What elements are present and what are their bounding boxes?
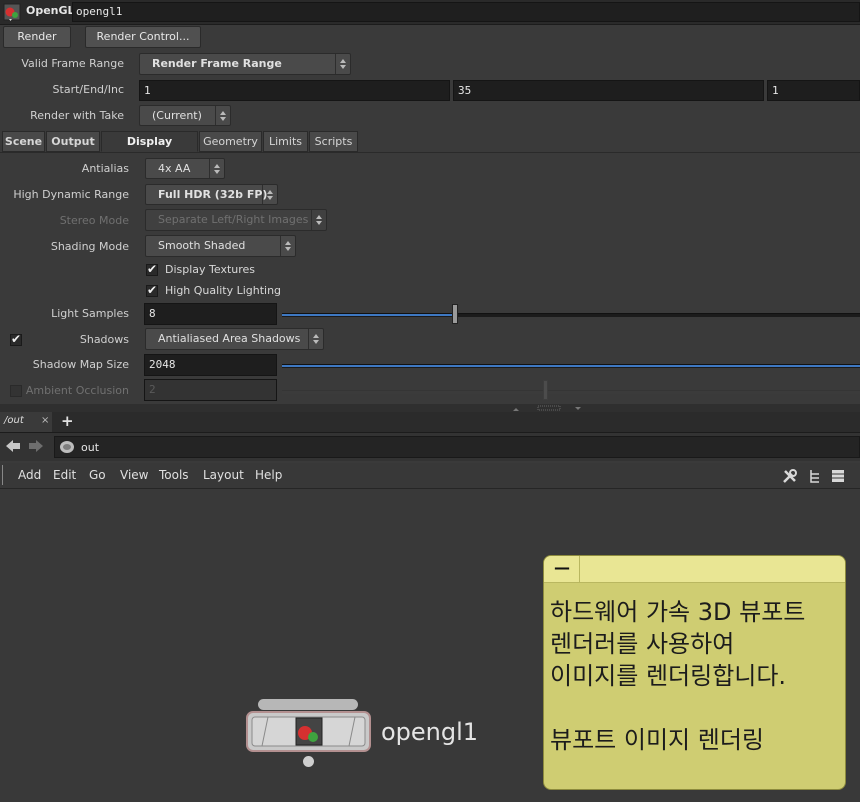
render-button[interactable]: Render [3, 26, 71, 48]
display-textures-label: Display Textures [165, 263, 256, 276]
hdr-label: High Dynamic Range [13, 188, 129, 201]
shadows-label: Shadows [79, 333, 129, 346]
node-name-field[interactable]: opengl1 [72, 2, 860, 22]
antialias-label: Antialias [81, 162, 129, 175]
dropdown-arrows-icon [209, 159, 224, 178]
light-samples-slider-handle[interactable] [452, 304, 458, 324]
tab-output[interactable]: Output [46, 131, 100, 152]
inc-frame-field[interactable]: 1 [767, 80, 860, 101]
render-with-take-value: (Current) [152, 109, 202, 122]
tab-scripts[interactable]: Scripts [309, 131, 358, 152]
hq-lighting-label: High Quality Lighting [165, 284, 282, 297]
menu-add[interactable]: Add [18, 468, 41, 482]
network-path-value: out [81, 441, 100, 454]
node-name-label[interactable]: opengl1 [381, 718, 478, 746]
tree-icon[interactable] [808, 468, 822, 487]
valid-frame-range-menu[interactable]: Render Frame Range [139, 53, 351, 75]
sticky-note-text[interactable]: 하드웨어 가속 3D 뷰포트 렌더러를 사용하여 이미지를 렌더링합니다. 뷰포… [550, 596, 842, 756]
node-output-connector[interactable] [303, 756, 314, 767]
menu-view[interactable]: View [120, 468, 148, 482]
hdr-menu[interactable]: Full HDR (32b FP) [145, 184, 278, 205]
light-samples-field[interactable]: 8 [144, 303, 277, 325]
stereo-mode-value: Separate Left/Right Images [158, 213, 309, 226]
tab-out-network[interactable]: /out × [0, 412, 52, 432]
dropdown-arrows-icon [311, 210, 326, 230]
close-icon[interactable]: × [41, 415, 49, 426]
ambient-occlusion-field: 2 [144, 379, 277, 401]
dropdown-arrows-icon [308, 329, 323, 349]
ambient-occlusion-slider [282, 390, 860, 394]
hdr-value: Full HDR (32b FP) [158, 188, 268, 201]
shadows-menu[interactable]: Antialiased Area Shadows [145, 328, 324, 350]
node-input-bar[interactable] [258, 699, 358, 710]
stereo-mode-menu: Separate Left/Right Images [145, 209, 327, 231]
light-samples-label: Light Samples [51, 307, 129, 320]
tab-out-label: /out [4, 415, 24, 426]
light-samples-slider[interactable] [282, 313, 860, 317]
start-end-inc-label: Start/End/Inc [52, 83, 124, 96]
tab-display-options[interactable]: Display Options [101, 131, 198, 167]
path-bar: out [0, 433, 860, 461]
node-shape [251, 716, 366, 747]
shading-mode-value: Smooth Shaded [158, 239, 246, 252]
out-network-icon [59, 440, 75, 457]
shadow-map-size-slider[interactable] [282, 364, 860, 368]
ambient-occlusion-slider-handle [543, 380, 548, 400]
dropdown-arrows-icon [335, 54, 350, 74]
add-tab-icon[interactable]: + [61, 412, 74, 430]
hq-lighting-checkbox[interactable] [146, 283, 158, 297]
antialias-value: 4x AA [158, 162, 191, 175]
menu-edit[interactable]: Edit [53, 468, 76, 482]
render-with-take-label: Render with Take [30, 109, 124, 122]
shadows-value: Antialiased Area Shadows [158, 332, 301, 345]
pane-splitter[interactable] [0, 404, 860, 412]
shading-mode-menu[interactable]: Smooth Shaded [145, 235, 296, 257]
menu-tools[interactable]: Tools [159, 468, 189, 482]
node-name-value: opengl1 [76, 5, 123, 18]
menu-go[interactable]: Go [89, 468, 106, 482]
list-icon[interactable] [831, 468, 845, 487]
network-path-field[interactable]: out [54, 436, 860, 458]
sticky-note[interactable]: — 하드웨어 가속 3D 뷰포트 렌더러를 사용하여 이미지를 렌더링합니다. … [543, 555, 846, 790]
dropdown-arrows-icon [262, 185, 277, 204]
shadow-map-size-label: Shadow Map Size [32, 358, 129, 371]
opengl-node-icon[interactable] [3, 3, 21, 21]
render-control-button[interactable]: Render Control... [85, 26, 201, 48]
header-divider [579, 556, 580, 582]
network-menu-bar: Add Edit Go View Tools Layout Help [0, 463, 860, 489]
tools-icon[interactable] [782, 468, 798, 487]
antialias-menu[interactable]: 4x AA [145, 158, 225, 179]
tab-limits[interactable]: Limits [263, 131, 308, 152]
back-arrow-icon[interactable] [5, 439, 21, 456]
dropdown-arrows-icon [280, 236, 295, 256]
opengl-node[interactable] [246, 711, 371, 752]
light-samples-slider-fill [282, 314, 455, 316]
shading-mode-label: Shading Mode [50, 240, 129, 253]
node-type-label: OpenGL [26, 4, 75, 17]
dropdown-arrows-icon [215, 106, 230, 125]
start-frame-field[interactable]: 1 [139, 80, 450, 101]
collapse-icon[interactable]: — [554, 558, 570, 577]
shadow-map-size-slider-fill [282, 365, 860, 367]
render-with-take-menu[interactable]: (Current) [139, 105, 231, 126]
menu-layout[interactable]: Layout [203, 468, 244, 482]
menu-grip-icon [2, 465, 9, 485]
tab-scene[interactable]: Scene [2, 131, 45, 152]
valid-frame-range-value: Render Frame Range [152, 57, 282, 70]
ambient-occlusion-label: Ambient Occlusion [25, 384, 129, 397]
forward-arrow-icon[interactable] [28, 439, 44, 456]
shadow-map-size-field[interactable]: 2048 [144, 354, 277, 376]
network-tab-bar: /out × + [0, 412, 860, 433]
end-frame-field[interactable]: 35 [453, 80, 764, 101]
sticky-note-header[interactable]: — [544, 556, 845, 583]
tab-geometry[interactable]: Geometry [199, 131, 262, 152]
stereo-mode-label: Stereo Mode [59, 214, 129, 227]
parameter-header: OpenGL opengl1 [0, 0, 860, 25]
menu-help[interactable]: Help [255, 468, 282, 482]
valid-frame-range-label: Valid Frame Range [21, 57, 124, 70]
display-textures-checkbox[interactable] [146, 262, 158, 276]
